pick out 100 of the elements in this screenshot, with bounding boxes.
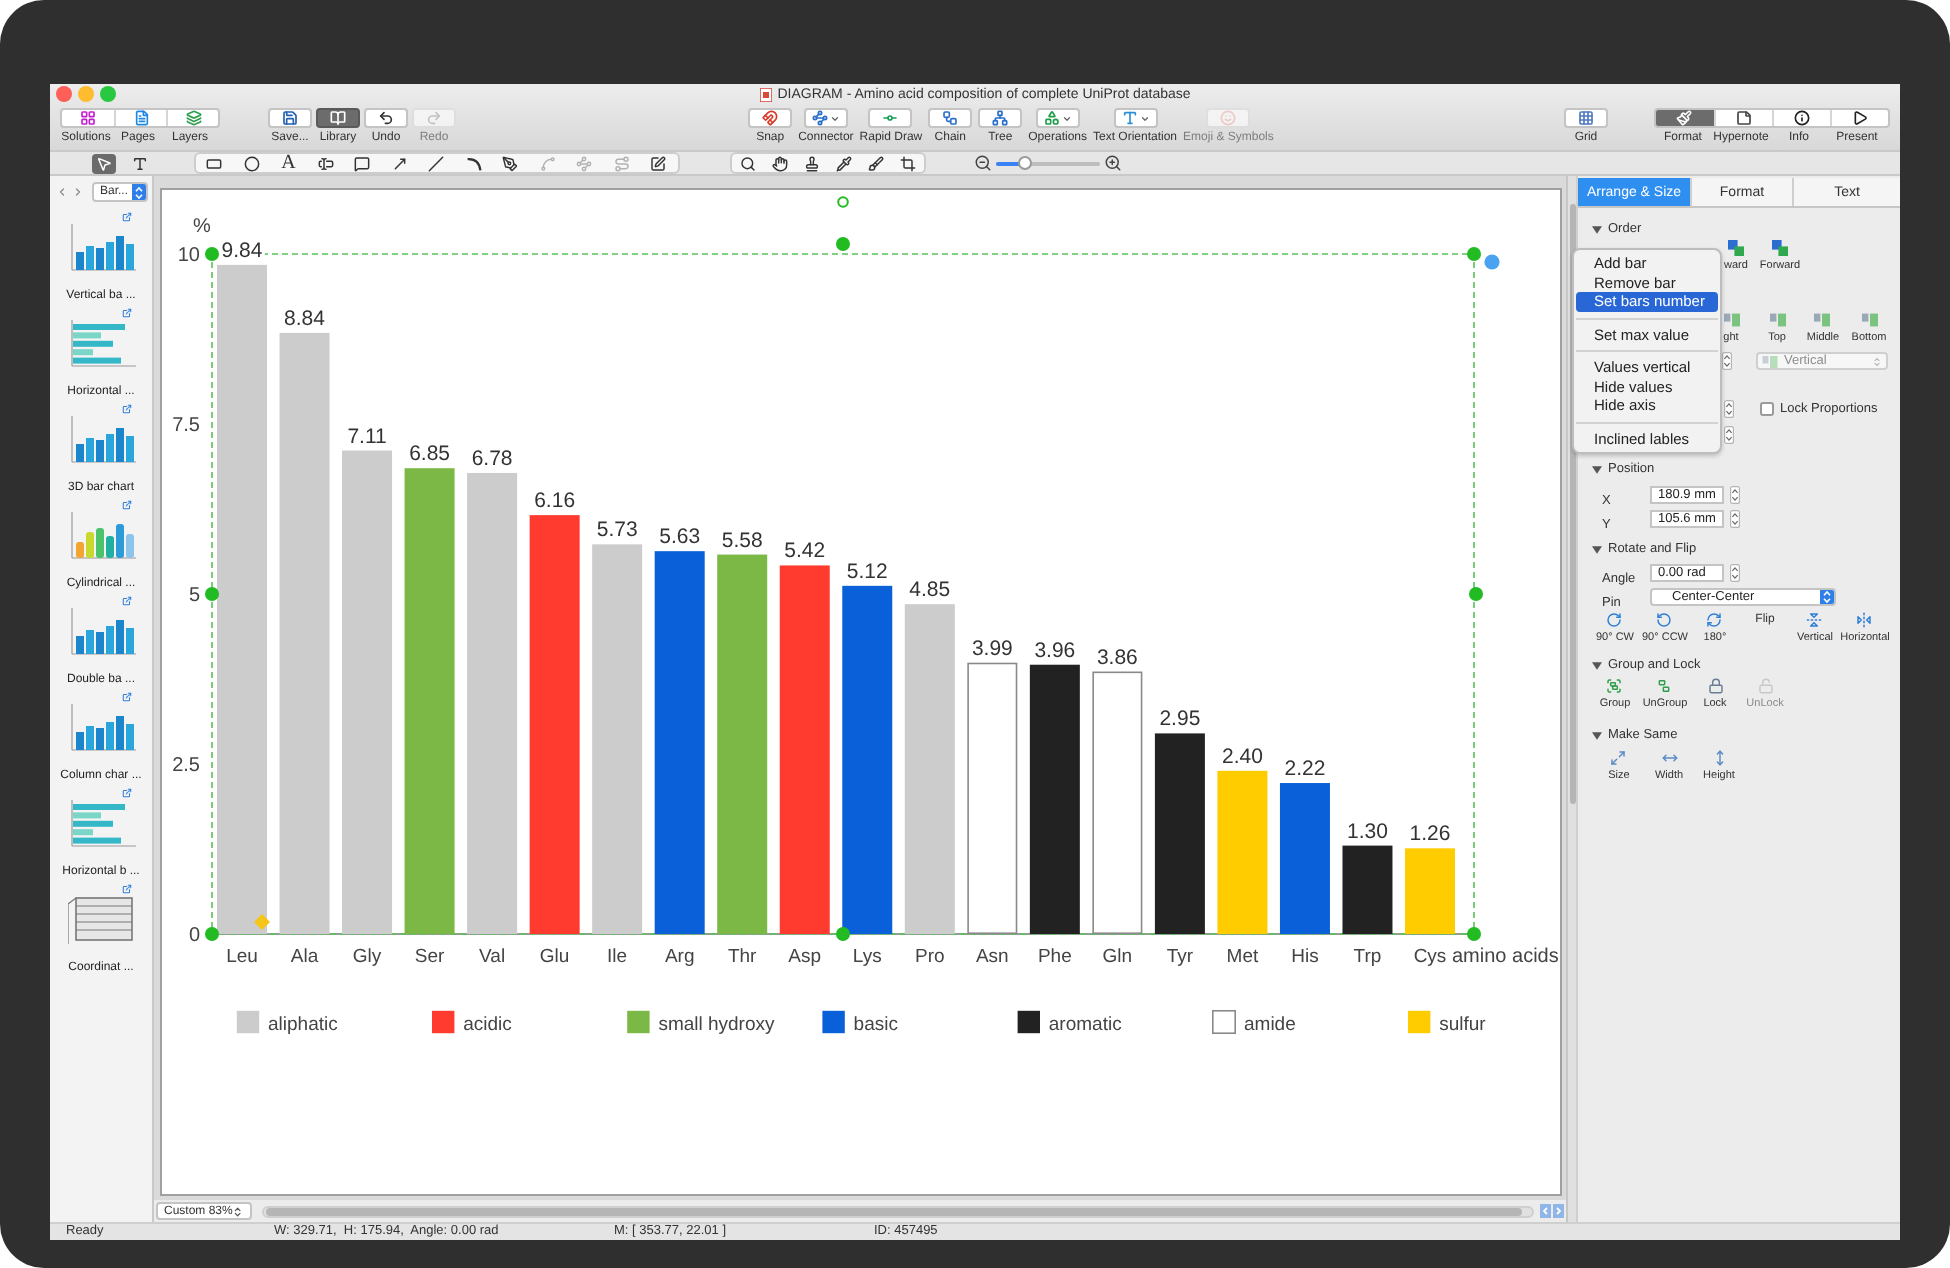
category-label: Arg <box>664 946 695 968</box>
unlock-icon <box>1757 678 1773 694</box>
arc-icon <box>465 155 482 171</box>
checkbox[interactable] <box>1760 402 1774 416</box>
zoom-out-icon[interactable] <box>973 154 991 172</box>
tree-diagram-icon <box>992 110 1009 126</box>
legend-label: aliphatic <box>268 1014 338 1036</box>
slider-thumb[interactable] <box>1017 156 1032 170</box>
toolbar-button[interactable] <box>364 108 408 128</box>
chart-thumbnail[interactable] <box>67 512 135 560</box>
close-window-button[interactable] <box>56 86 72 102</box>
stepper[interactable] <box>1724 400 1734 418</box>
value-label: 2.22 <box>1284 757 1326 782</box>
external-link-icon[interactable] <box>122 884 132 894</box>
shapes-icon <box>1043 110 1060 126</box>
back-button[interactable] <box>56 184 68 200</box>
control-point-handle[interactable] <box>254 914 270 930</box>
stepper[interactable] <box>1730 564 1740 582</box>
external-link-icon[interactable] <box>122 308 132 318</box>
flip-vertical-icon <box>1806 612 1823 628</box>
toolbar-button[interactable] <box>268 108 312 128</box>
value-label: 5.58 <box>721 528 763 553</box>
document-icon <box>759 87 772 101</box>
grid-icon <box>1577 110 1594 126</box>
eyedropper-icon <box>835 155 851 171</box>
connector-icon <box>811 110 828 126</box>
disclosure-triangle-icon[interactable] <box>1592 466 1602 474</box>
rotate-counterclockwise-icon <box>1656 612 1673 628</box>
link-handle[interactable] <box>1484 254 1500 270</box>
tick-label: 2.5 <box>172 755 200 777</box>
value-label: 6.85 <box>409 442 450 467</box>
value-label: 5.73 <box>596 518 638 543</box>
chart-thumbnail[interactable] <box>67 704 135 752</box>
resize-handle[interactable] <box>205 587 219 601</box>
toolbar-button[interactable] <box>978 108 1023 128</box>
chart-thumbnail[interactable] <box>67 320 135 368</box>
stepper[interactable] <box>1722 352 1732 370</box>
stepper[interactable] <box>1724 426 1734 444</box>
resize-handle[interactable] <box>1467 247 1481 261</box>
horizontal-scrollbar[interactable] <box>262 1205 1534 1217</box>
caret-icon <box>1061 113 1072 123</box>
disclosure-triangle-icon[interactable] <box>1592 732 1602 740</box>
align-blocks-icon <box>1814 312 1831 328</box>
pen-nib-icon <box>502 155 519 171</box>
tick-label: 5 <box>188 585 200 607</box>
external-link-icon[interactable] <box>122 212 132 222</box>
chart-thumbnail[interactable] <box>67 416 135 464</box>
legend-label: acidic <box>463 1014 512 1036</box>
external-link-icon[interactable] <box>122 404 132 414</box>
brush-icon <box>867 155 883 171</box>
up-down-arrows-icon <box>1820 590 1834 604</box>
disclosure-triangle-icon[interactable] <box>1592 546 1602 554</box>
ungroup-icon <box>1656 678 1673 694</box>
toolbar-button[interactable] <box>803 108 848 128</box>
disclosure-triangle-icon[interactable] <box>1592 226 1602 234</box>
external-link-icon[interactable] <box>122 788 132 798</box>
tick-label: 0 <box>188 925 200 947</box>
toolbar-button[interactable] <box>748 108 793 128</box>
resize-handle[interactable] <box>205 927 219 941</box>
stepper[interactable] <box>1730 510 1740 528</box>
resize-handle[interactable] <box>836 237 850 251</box>
external-link-icon[interactable] <box>122 596 132 606</box>
zoom-window-button[interactable] <box>100 86 116 102</box>
tool-button[interactable]: A <box>270 153 307 173</box>
external-link-icon[interactable] <box>122 692 132 702</box>
chevron-left-icon <box>56 186 68 198</box>
smiley-icon <box>1220 110 1237 126</box>
chart-thumbnail[interactable] <box>67 800 135 848</box>
chart-thumbnail[interactable] <box>67 608 135 656</box>
legend-label: amide <box>1244 1014 1296 1036</box>
value-label: 1.26 <box>1409 822 1451 847</box>
resize-handle[interactable] <box>205 247 219 261</box>
chart-thumbnail[interactable] <box>67 896 135 944</box>
resize-handle[interactable] <box>836 927 850 941</box>
forward-button[interactable] <box>72 184 84 200</box>
category-label: Ser <box>414 946 445 968</box>
category-label: Gln <box>1102 946 1133 968</box>
stepper[interactable] <box>1730 486 1740 504</box>
disclosure-triangle-icon[interactable] <box>1592 662 1602 670</box>
category-label: Thr <box>727 946 757 968</box>
rotate-clockwise-icon <box>1606 612 1623 628</box>
rotate-handle[interactable] <box>837 196 849 208</box>
flowchart-icon <box>942 110 959 126</box>
category-label: Val <box>479 946 506 968</box>
scrollbar-thumb[interactable] <box>266 1207 1522 1215</box>
toolbar-button[interactable] <box>316 108 360 128</box>
resize-handle[interactable] <box>1469 587 1483 601</box>
legend-label: small hydroxy <box>658 1014 775 1036</box>
external-link-icon[interactable] <box>122 500 132 510</box>
toolbar-button[interactable] <box>928 108 973 128</box>
chart-thumbnail[interactable] <box>67 224 135 272</box>
resize-handle[interactable] <box>1467 927 1481 941</box>
value-label: 4.85 <box>909 578 951 603</box>
value-label: 3.99 <box>971 636 1013 661</box>
page-arrows-icon[interactable] <box>1540 1204 1564 1218</box>
tool-button[interactable] <box>128 153 152 173</box>
tool-button[interactable] <box>92 153 116 173</box>
stacked-squares-icon <box>1727 240 1744 256</box>
zoom-in-icon[interactable] <box>1103 154 1121 172</box>
group-icon <box>1606 678 1623 694</box>
